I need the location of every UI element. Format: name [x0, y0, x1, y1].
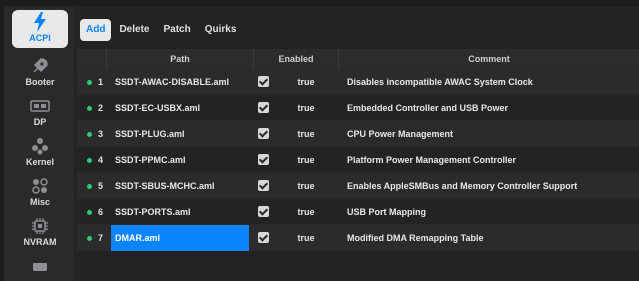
sidebar-item-label: Booter: [25, 77, 55, 87]
status-dot: [87, 183, 92, 189]
status-dot: [87, 235, 92, 241]
path-cell[interactable]: SSDT-PORTS.aml: [111, 199, 249, 225]
enabled-value: true: [297, 181, 315, 191]
table-row[interactable]: 2 SSDT-EC-USBX.aml true Embedded Control…: [77, 95, 639, 121]
comment-cell[interactable]: Disables incompatible AWAC System Clock: [343, 69, 639, 95]
table-row[interactable]: 6 SSDT-PORTS.aml true USB Port Mapping: [77, 199, 639, 225]
enabled-value: true: [297, 129, 315, 139]
sidebar-item-misc[interactable]: Misc: [12, 174, 68, 212]
acpi-add-table: Path Enabled Comment 1 SSDT-AWAC-DISABLE…: [77, 49, 639, 281]
header-path[interactable]: Path: [107, 49, 254, 69]
enabled-checkbox[interactable]: [258, 232, 269, 243]
comment-cell[interactable]: Enables AppleSMBus and Memory Controller…: [343, 173, 639, 199]
platform-info-icon: [29, 258, 51, 276]
comment-cell[interactable]: Embedded Controller and USB Power: [343, 95, 639, 121]
sidebar-item-acpi[interactable]: ACPI: [12, 10, 68, 48]
toolbar: Add Delete Patch Quirks: [80, 18, 244, 42]
enabled-value: true: [297, 103, 315, 113]
header-enabled[interactable]: Enabled: [254, 49, 339, 69]
header-index: [77, 49, 107, 69]
path-cell[interactable]: SSDT-PPMC.aml: [111, 147, 249, 173]
status-dot: [87, 157, 92, 163]
kernel-icon: [29, 136, 51, 156]
header-comment[interactable]: Comment: [339, 49, 639, 69]
row-index: 3: [77, 121, 107, 147]
empty-row: [77, 251, 639, 281]
enabled-checkbox[interactable]: [258, 180, 269, 191]
sidebar-item-nvram[interactable]: NVRAM: [12, 214, 68, 252]
enabled-value: true: [297, 77, 315, 87]
status-dot: [87, 131, 92, 137]
table-row[interactable]: 5 SSDT-SBUS-MCHC.aml true Enables AppleS…: [77, 173, 639, 199]
sidebar-item-label: NVRAM: [23, 237, 57, 247]
enabled-value: true: [297, 155, 315, 165]
enabled-checkbox[interactable]: [258, 128, 269, 139]
chip-icon: [29, 216, 51, 236]
table-header: Path Enabled Comment: [77, 49, 639, 70]
tab-patch[interactable]: Patch: [157, 19, 196, 41]
row-index: 7: [77, 225, 107, 251]
sidebar-item-booter[interactable]: Booter: [12, 54, 68, 92]
table-row[interactable]: 4 SSDT-PPMC.aml true Platform Power Mana…: [77, 147, 639, 173]
tab-delete[interactable]: Delete: [113, 19, 155, 41]
path-cell-selected[interactable]: DMAR.aml: [111, 225, 249, 251]
path-cell[interactable]: SSDT-PLUG.aml: [111, 121, 249, 147]
sidebar-item-label: Kernel: [25, 157, 54, 167]
comment-cell[interactable]: USB Port Mapping: [343, 199, 639, 225]
enabled-checkbox[interactable]: [258, 206, 269, 217]
sidebar-item-label: DP: [33, 117, 47, 127]
sidebar-item-kernel[interactable]: Kernel: [12, 134, 68, 172]
sidebar-item-label: Misc: [29, 197, 50, 207]
comment-cell[interactable]: Modified DMA Remapping Table: [343, 225, 639, 251]
path-cell[interactable]: SSDT-EC-USBX.aml: [111, 95, 249, 121]
rocket-icon: [29, 56, 51, 76]
tab-add[interactable]: Add: [80, 19, 112, 41]
lightning-icon: [29, 12, 51, 32]
app-window: ACPI Booter DP Kernel Misc NVRAM Add Del…: [4, 6, 639, 281]
row-index: 4: [77, 147, 107, 173]
table-row[interactable]: 7 DMAR.aml true Modified DMA Remapping T…: [77, 225, 639, 251]
sidebar-item-more[interactable]: [12, 256, 68, 276]
tab-quirks[interactable]: Quirks: [199, 19, 243, 41]
row-index: 2: [77, 95, 107, 121]
enabled-value: true: [297, 233, 315, 243]
enabled-value: true: [297, 207, 315, 217]
row-index: 5: [77, 173, 107, 199]
sidebar: ACPI Booter DP Kernel Misc NVRAM: [4, 6, 74, 281]
table-row[interactable]: 3 SSDT-PLUG.aml true CPU Power Managemen…: [77, 121, 639, 147]
sidebar-item-label: ACPI: [29, 33, 51, 43]
row-index: 1: [77, 69, 107, 95]
status-dot: [87, 209, 92, 215]
status-dot: [87, 79, 92, 85]
path-cell[interactable]: SSDT-AWAC-DISABLE.aml: [111, 69, 249, 95]
enabled-checkbox[interactable]: [258, 76, 269, 87]
comment-cell[interactable]: CPU Power Management: [343, 121, 639, 147]
enabled-checkbox[interactable]: [258, 154, 269, 165]
path-cell[interactable]: SSDT-SBUS-MCHC.aml: [111, 173, 249, 199]
status-dot: [87, 105, 92, 111]
misc-icon: [29, 176, 51, 196]
row-index: 6: [77, 199, 107, 225]
comment-cell[interactable]: Platform Power Management Controller: [343, 147, 639, 173]
device-properties-icon: [29, 96, 51, 116]
enabled-checkbox[interactable]: [258, 102, 269, 113]
sidebar-item-dp[interactable]: DP: [12, 94, 68, 132]
table-row[interactable]: 1 SSDT-AWAC-DISABLE.aml true Disables in…: [77, 69, 639, 95]
